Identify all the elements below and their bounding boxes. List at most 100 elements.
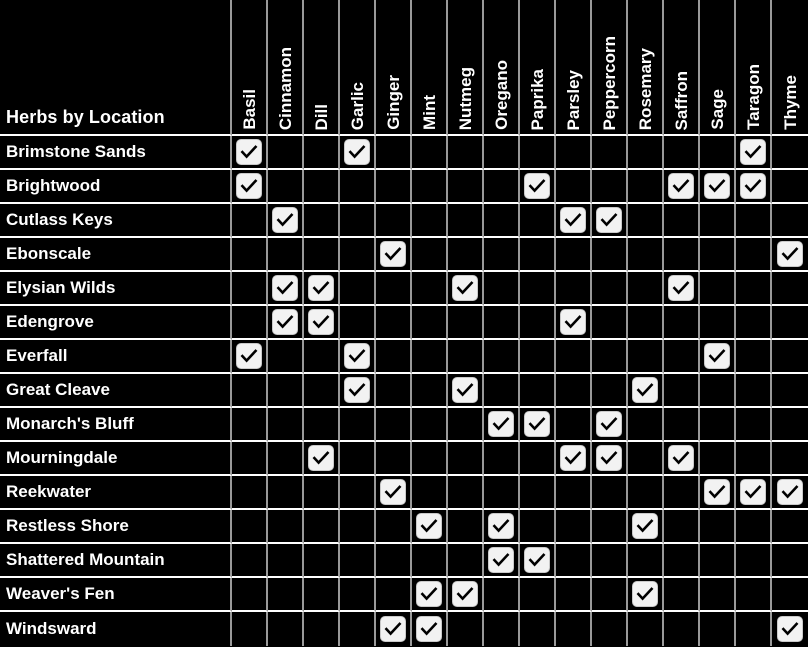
table-cell[interactable] [664,374,700,408]
table-cell[interactable] [340,170,376,204]
table-cell[interactable] [376,510,412,544]
table-cell[interactable] [340,612,376,646]
row-header-mourningdale[interactable]: Mourningdale [0,442,232,476]
table-cell[interactable] [664,238,700,272]
table-cell[interactable] [376,238,412,272]
table-cell[interactable] [772,578,808,612]
table-cell[interactable] [304,510,340,544]
checkbox-checked-icon[interactable] [525,174,549,198]
table-cell[interactable] [700,374,736,408]
table-cell[interactable] [736,272,772,306]
table-cell[interactable] [484,544,520,578]
table-cell[interactable] [664,204,700,238]
table-cell[interactable] [628,136,664,170]
checkbox-checked-icon[interactable] [489,514,513,538]
row-header-restless-shore[interactable]: Restless Shore [0,510,232,544]
table-cell[interactable] [448,272,484,306]
row-header-everfall[interactable]: Everfall [0,340,232,374]
table-cell[interactable] [340,204,376,238]
table-cell[interactable] [340,442,376,476]
checkbox-checked-icon[interactable] [597,208,621,232]
table-cell[interactable] [664,340,700,374]
table-cell[interactable] [448,238,484,272]
table-cell[interactable] [412,238,448,272]
checkbox-checked-icon[interactable] [309,310,333,334]
table-cell[interactable] [232,442,268,476]
table-cell[interactable] [376,306,412,340]
table-cell[interactable] [448,374,484,408]
table-cell[interactable] [520,272,556,306]
table-cell[interactable] [700,544,736,578]
table-cell[interactable] [700,136,736,170]
table-cell[interactable] [628,578,664,612]
table-cell[interactable] [520,578,556,612]
table-cell[interactable] [268,272,304,306]
table-cell[interactable] [700,170,736,204]
table-cell[interactable] [592,306,628,340]
table-cell[interactable] [628,510,664,544]
table-cell[interactable] [412,476,448,510]
table-cell[interactable] [520,136,556,170]
table-cell[interactable] [520,476,556,510]
table-cell[interactable] [772,340,808,374]
checkbox-checked-icon[interactable] [453,582,477,606]
table-cell[interactable] [700,612,736,646]
table-cell[interactable] [304,136,340,170]
table-cell[interactable] [304,238,340,272]
table-cell[interactable] [664,136,700,170]
column-header-parsley[interactable]: Parsley [556,0,592,136]
row-header-brightwood[interactable]: Brightwood [0,170,232,204]
checkbox-checked-icon[interactable] [525,412,549,436]
table-cell[interactable] [592,408,628,442]
checkbox-checked-icon[interactable] [345,344,369,368]
table-cell[interactable] [664,544,700,578]
table-cell[interactable] [736,306,772,340]
table-cell[interactable] [304,476,340,510]
row-header-weaver-s-fen[interactable]: Weaver's Fen [0,578,232,612]
checkbox-checked-icon[interactable] [417,582,441,606]
table-cell[interactable] [376,170,412,204]
table-cell[interactable] [664,272,700,306]
table-cell[interactable] [592,204,628,238]
column-header-saffron[interactable]: Saffron [664,0,700,136]
table-cell[interactable] [664,408,700,442]
table-cell[interactable] [340,272,376,306]
table-cell[interactable] [772,612,808,646]
table-cell[interactable] [268,306,304,340]
table-cell[interactable] [268,612,304,646]
column-header-sage[interactable]: Sage [700,0,736,136]
table-cell[interactable] [340,340,376,374]
table-cell[interactable] [556,238,592,272]
table-cell[interactable] [484,442,520,476]
table-cell[interactable] [376,340,412,374]
checkbox-checked-icon[interactable] [309,276,333,300]
table-cell[interactable] [412,510,448,544]
table-cell[interactable] [736,578,772,612]
table-cell[interactable] [376,476,412,510]
checkbox-checked-icon[interactable] [237,344,261,368]
table-cell[interactable] [556,578,592,612]
table-cell[interactable] [268,136,304,170]
table-cell[interactable] [700,408,736,442]
table-cell[interactable] [484,612,520,646]
checkbox-checked-icon[interactable] [345,378,369,402]
table-cell[interactable] [772,374,808,408]
table-cell[interactable] [592,340,628,374]
table-cell[interactable] [484,204,520,238]
checkbox-checked-icon[interactable] [489,412,513,436]
table-cell[interactable] [736,476,772,510]
table-cell[interactable] [484,170,520,204]
table-cell[interactable] [628,340,664,374]
table-cell[interactable] [232,510,268,544]
table-cell[interactable] [520,408,556,442]
table-cell[interactable] [268,578,304,612]
table-cell[interactable] [412,272,448,306]
table-cell[interactable] [484,272,520,306]
table-cell[interactable] [340,544,376,578]
table-cell[interactable] [448,578,484,612]
table-cell[interactable] [556,408,592,442]
column-header-rosemary[interactable]: Rosemary [628,0,664,136]
table-cell[interactable] [448,204,484,238]
checkbox-checked-icon[interactable] [237,174,261,198]
checkbox-checked-icon[interactable] [273,276,297,300]
